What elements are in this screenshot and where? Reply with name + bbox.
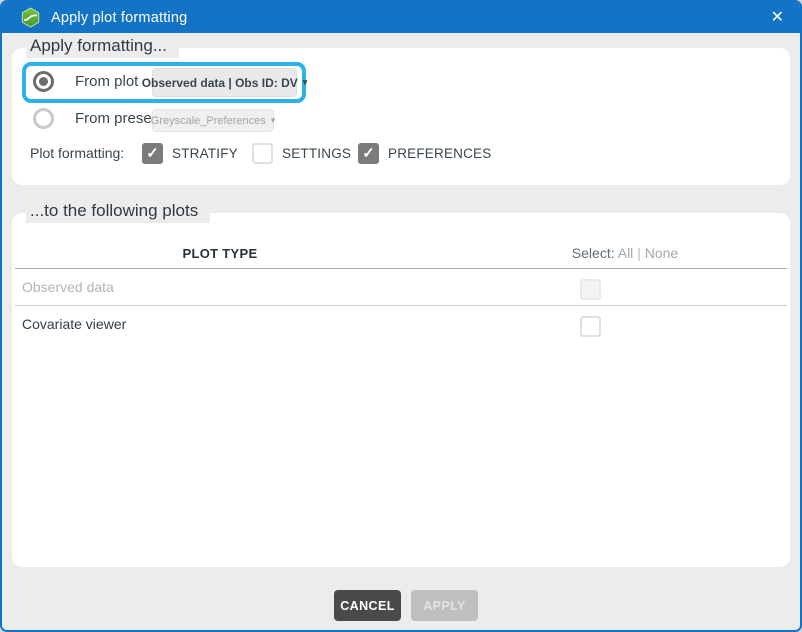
from-preset-dropdown[interactable]: Greyscale_Preferences ▾ [152,109,274,132]
stratify-checkbox[interactable]: ✓ [142,143,163,164]
apply-formatting-card: Apply formatting... From plot Observed d… [12,48,790,185]
caret-down-icon: ▾ [271,116,276,125]
check-icon: ✓ [146,146,159,161]
dialog-apply-plot-formatting: Apply plot formatting ✕ Apply formatting… [0,0,802,632]
section-heading-target-plots: ...to the following plots [26,199,210,223]
table-row-label-observed-data: Observed data [22,277,114,298]
preferences-label: PREFERENCES [388,143,491,164]
radio-dot [39,77,48,86]
observed-data-row-checkbox: ✓ [580,279,601,300]
select-separator: | [637,245,641,261]
select-column-header: Select: All | None [452,245,798,261]
stratify-label: STRATIFY [172,143,238,164]
table-header-divider [15,268,787,269]
plot-type-column-header: PLOT TYPE [12,246,428,261]
from-preset-dropdown-value: Greyscale_Preferences [151,115,266,127]
from-plot-dropdown[interactable]: Observed data | Obs ID: DV ▾ [152,68,297,97]
plot-formatting-label: Plot formatting: [30,143,124,164]
settings-label: SETTINGS [282,143,351,164]
caret-down-icon: ▾ [303,78,308,87]
check-icon: ✓ [362,146,375,161]
table-row-divider [15,305,787,306]
section-heading-apply-formatting: Apply formatting... [26,34,179,58]
app-logo-icon [20,7,41,28]
select-all-link[interactable]: All [618,245,634,261]
titlebar: Apply plot formatting ✕ [2,2,800,33]
apply-button[interactable]: APPLY [411,590,478,621]
cancel-button[interactable]: CANCEL [334,590,401,621]
table-row-label-covariate-viewer: Covariate viewer [22,314,126,335]
preferences-checkbox[interactable]: ✓ [358,143,379,164]
select-label: Select: [572,245,615,261]
from-preset-radio[interactable] [33,108,54,129]
close-icon[interactable]: ✕ [765,8,790,28]
settings-checkbox[interactable]: ✓ [252,143,273,164]
select-none-link[interactable]: None [645,245,678,261]
covariate-viewer-row-checkbox[interactable]: ✓ [580,316,601,337]
from-plot-dropdown-value: Observed data | Obs ID: DV [142,76,298,90]
dialog-content: Apply formatting... From plot Observed d… [2,33,800,630]
from-plot-radio[interactable] [33,71,54,92]
window-title: Apply plot formatting [51,10,187,26]
target-plots-card: ...to the following plots PLOT TYPE Sele… [12,213,790,567]
from-plot-label: From plot [75,71,138,92]
from-preset-label: From preset [75,108,156,129]
